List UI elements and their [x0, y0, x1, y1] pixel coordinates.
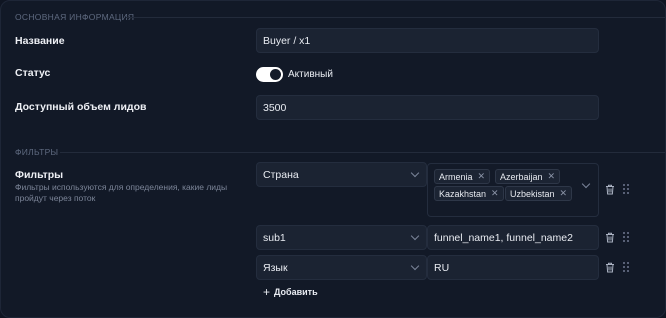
filters-label: Фильтры	[15, 169, 64, 181]
chevron-down-icon	[410, 168, 420, 178]
leads-input[interactable]: 3500	[256, 95, 599, 120]
close-icon[interactable]: ✕	[478, 171, 486, 182]
add-filter-label: Добавить	[274, 287, 318, 297]
filter-value: RU	[434, 261, 450, 274]
leads-input-value: 3500	[263, 101, 287, 114]
chevron-down-icon	[410, 231, 420, 241]
filters-hint: Фильтры используются для определения, ка…	[15, 182, 228, 203]
drag-handle-icon[interactable]	[623, 184, 629, 195]
drag-handle-icon[interactable]	[623, 232, 629, 243]
settings-card: ОСНОВНАЯ ИНФОРМАЦИЯ Название Buyer / x1 …	[0, 0, 666, 318]
divider	[126, 17, 665, 18]
tag-label: Kazakhstan	[439, 188, 487, 199]
add-filter-button[interactable]: + Добавить	[263, 285, 318, 299]
name-label: Название	[15, 35, 65, 47]
status-label: Статус	[15, 67, 51, 79]
filter-type-value: sub1	[263, 231, 286, 244]
filter-type-select[interactable]: Страна	[256, 162, 427, 187]
close-icon[interactable]: ✕	[560, 188, 568, 199]
filter-type-value: Страна	[263, 168, 299, 181]
filter-type-select[interactable]: Язык	[256, 255, 427, 280]
toggle-knob	[270, 69, 281, 80]
tag-chip: Armenia ✕	[434, 169, 491, 184]
filter-value-input[interactable]: RU	[427, 255, 599, 280]
tag-label: Azerbaijan	[500, 171, 543, 182]
divider	[60, 152, 665, 153]
tag-label: Uzbekistan	[510, 188, 555, 199]
tag-label: Armenia	[439, 171, 473, 182]
filter-type-value: Язык	[263, 261, 288, 274]
trash-icon[interactable]	[605, 184, 615, 195]
leads-label: Доступный объем лидов	[15, 101, 147, 113]
chevron-down-icon	[410, 261, 420, 271]
trash-icon[interactable]	[605, 262, 615, 273]
close-icon[interactable]: ✕	[491, 188, 499, 199]
close-icon[interactable]: ✕	[548, 171, 556, 182]
status-toggle[interactable]	[256, 67, 283, 82]
tag-chip: Azerbaijan ✕	[495, 169, 561, 184]
name-input[interactable]: Buyer / x1	[256, 28, 599, 53]
tag-chip: Uzbekistan ✕	[505, 186, 573, 201]
section-heading-filters: ФИЛЬТРЫ	[15, 147, 59, 157]
filter-value: funnel_name1, funnel_name2	[434, 231, 573, 244]
plus-icon: +	[263, 285, 271, 299]
section-heading-basic: ОСНОВНАЯ ИНФОРМАЦИЯ	[15, 12, 135, 22]
name-input-value: Buyer / x1	[263, 34, 311, 47]
filter-type-select[interactable]: sub1	[256, 225, 427, 250]
drag-handle-icon[interactable]	[623, 262, 629, 273]
status-value: Активный	[288, 69, 333, 80]
trash-icon[interactable]	[605, 232, 615, 243]
country-multiselect[interactable]: Armenia ✕ Azerbaijan ✕ Kazakhstan ✕ Uzbe…	[427, 163, 599, 217]
tag-chip: Kazakhstan ✕	[434, 186, 504, 201]
filter-value-input[interactable]: funnel_name1, funnel_name2	[427, 225, 599, 250]
